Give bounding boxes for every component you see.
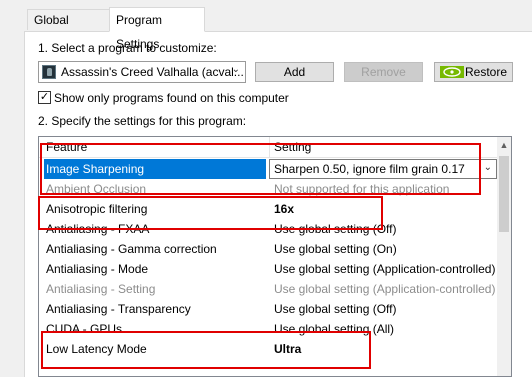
restore-button-label: Restore (465, 65, 508, 79)
checkmark-icon: ✓ (39, 91, 50, 103)
highlight-box-image-sharpening (40, 143, 481, 195)
highlight-box-low-latency (41, 331, 371, 369)
feature-label: Antialiasing - Transparency (46, 302, 191, 316)
chevron-down-icon: ⌄ (483, 162, 492, 173)
setting-value: Use global setting (Application-controll… (274, 282, 496, 296)
setting-value: Use global setting (Application-controll… (274, 262, 496, 276)
row-antialiasing-transparency[interactable]: Antialiasing - Transparency Use global s… (39, 299, 497, 319)
row-antialiasing-setting[interactable]: Antialiasing - Setting Use global settin… (39, 279, 497, 299)
tab-global-settings[interactable]: Global Settings (27, 9, 110, 47)
row-antialiasing-gamma[interactable]: Antialiasing - Gamma correction Use glob… (39, 239, 497, 259)
row-antialiasing-mode[interactable]: Antialiasing - Mode Use global setting (… (39, 259, 497, 279)
tab-program-settings[interactable]: Program Settings (109, 7, 205, 51)
program-select-value: Assassin's Creed Valhalla (acval... (61, 65, 244, 79)
remove-button[interactable]: Remove (344, 62, 423, 82)
setting-value: Use global setting (On) (274, 242, 397, 256)
scroll-up-icon[interactable]: ▲ (497, 137, 511, 153)
game-icon (42, 65, 56, 79)
program-select[interactable]: Assassin's Creed Valhalla (acval... ⌄ (38, 61, 246, 83)
highlight-box-anisotropic (38, 196, 383, 230)
vertical-scrollbar[interactable]: ▲ (497, 137, 511, 376)
scroll-thumb[interactable] (499, 156, 509, 232)
restore-button[interactable]: Restore (434, 62, 513, 82)
feature-label: Antialiasing - Mode (46, 262, 149, 276)
feature-label: Antialiasing - Gamma correction (46, 242, 217, 256)
nvidia-logo-icon (440, 66, 464, 78)
tab-strip: Global Settings Program Settings (0, 0, 532, 51)
show-only-label: Show only programs found on this compute… (54, 91, 289, 105)
feature-label: Antialiasing - Setting (46, 282, 156, 296)
add-button[interactable]: Add (255, 62, 334, 82)
step2-label: 2. Specify the settings for this program… (38, 114, 247, 128)
setting-value: Use global setting (Off) (274, 302, 397, 316)
chevron-down-icon: ⌄ (231, 64, 240, 75)
show-only-checkbox[interactable]: ✓ (38, 91, 51, 104)
